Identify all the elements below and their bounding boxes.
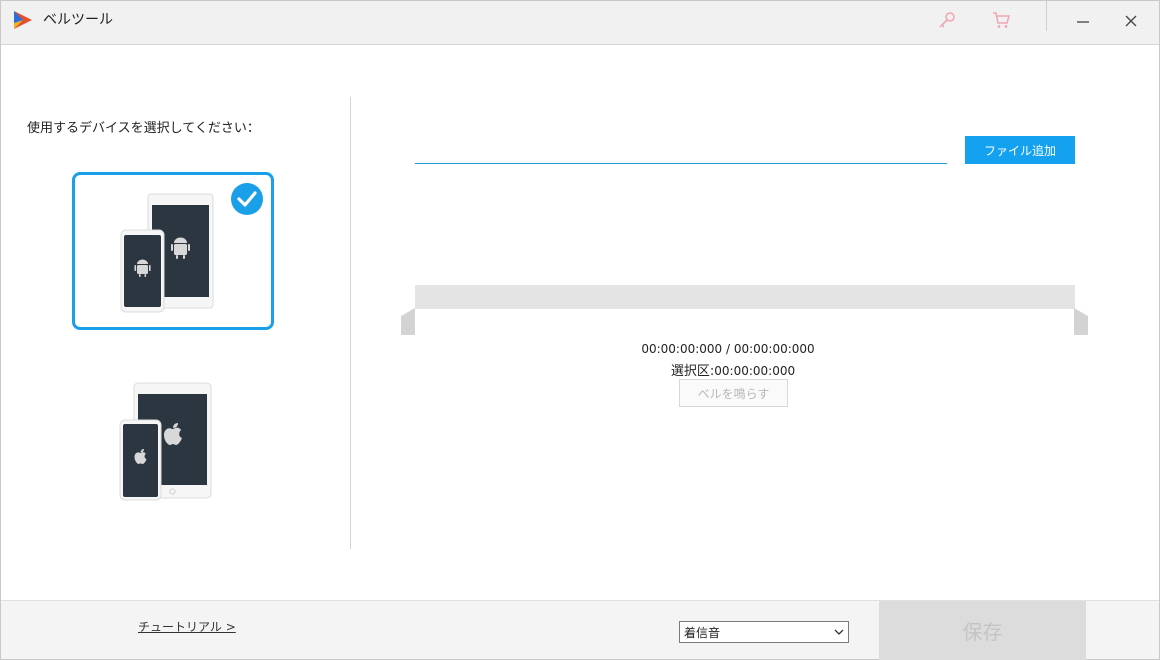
minimize-icon[interactable]: [1072, 9, 1094, 31]
save-button[interactable]: 保存: [879, 601, 1086, 660]
close-icon[interactable]: [1120, 9, 1142, 31]
footer-bar: チュートリアル > 着信音 保存: [1, 600, 1159, 660]
check-icon: [231, 183, 263, 215]
device-option-android[interactable]: [72, 172, 274, 330]
add-file-button[interactable]: ファイル追加: [965, 136, 1075, 164]
trim-start-handle[interactable]: [401, 308, 415, 335]
ring-button[interactable]: ベルを鳴らす: [679, 379, 788, 407]
title-bar: ベルツール: [1, 1, 1159, 45]
app-window: ベルツール 使用するデバイスを選択してください： ファイル追加 00:00:00…: [0, 0, 1160, 660]
apple-devices-icon: [119, 382, 212, 501]
file-path-input[interactable]: [415, 140, 947, 164]
time-readout: 00:00:00:000 / 00:00:00:000: [641, 342, 815, 356]
window-title: ベルツール: [43, 12, 113, 28]
key-icon[interactable]: [936, 9, 958, 31]
cart-icon[interactable]: [990, 9, 1012, 31]
selection-readout: 選択区:00:00:00:000: [561, 360, 905, 379]
device-option-ios[interactable]: [72, 367, 274, 525]
panel-divider: [350, 97, 351, 549]
chevron-down-icon: [834, 629, 844, 635]
tutorial-link[interactable]: チュートリアル >: [138, 618, 236, 635]
ringtone-type-value: 着信音: [684, 626, 721, 640]
title-bar-separator: [1046, 1, 1047, 31]
device-prompt: 使用するデバイスを選択してください：: [27, 121, 260, 136]
selection-label: 選択区:: [670, 364, 715, 379]
selection-value: 00:00:00:000: [714, 364, 796, 378]
waveform-track[interactable]: [415, 285, 1075, 309]
ringtone-type-select[interactable]: 着信音: [679, 621, 849, 643]
trim-end-handle[interactable]: [1074, 308, 1088, 335]
app-logo-icon: [14, 11, 32, 29]
